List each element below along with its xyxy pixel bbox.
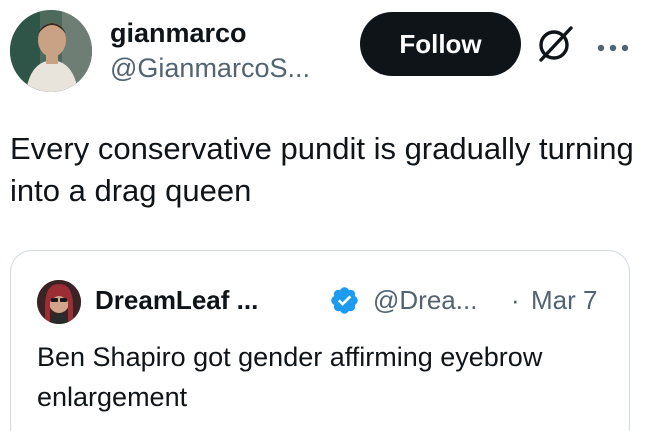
more-icon-glyph	[597, 44, 629, 52]
quoted-tweet-date[interactable]: Mar 7	[531, 283, 597, 317]
quoted-tweet-text: Ben Shapiro got gender affirming eyebrow…	[37, 342, 543, 412]
grok-icon[interactable]	[535, 24, 575, 64]
follow-button[interactable]: Follow	[360, 12, 521, 76]
quoted-author-avatar-image	[37, 280, 81, 324]
tweet-text: Every conservative pundit is gradually t…	[10, 131, 634, 208]
tweet-header: gianmarco @GianmarcoS... Follow	[10, 10, 640, 92]
quoted-author-avatar[interactable]	[37, 280, 81, 324]
author-info[interactable]: gianmarco @GianmarcoS...	[110, 16, 310, 86]
author-handle[interactable]: @GianmarcoS...	[110, 50, 310, 86]
author-display-name[interactable]: gianmarco	[110, 16, 310, 50]
quoted-author-display-name[interactable]: DreamLeaf ...	[95, 283, 258, 317]
quoted-author-handle[interactable]: @Drea...	[373, 283, 477, 317]
quoted-tweet[interactable]: DreamLeaf ... @Drea... · Mar 7 Ben Shapi…	[10, 250, 630, 431]
tweet-page: gianmarco @GianmarcoS... Follow Every co…	[0, 0, 647, 431]
author-avatar-image	[10, 10, 92, 92]
quoted-meta-separator: ·	[511, 285, 520, 315]
verified-badge-icon	[329, 285, 360, 316]
author-avatar[interactable]	[10, 10, 92, 92]
verified-badge-glyph	[331, 287, 358, 314]
grok-icon-glyph	[539, 26, 573, 62]
more-icon[interactable]	[596, 40, 632, 52]
